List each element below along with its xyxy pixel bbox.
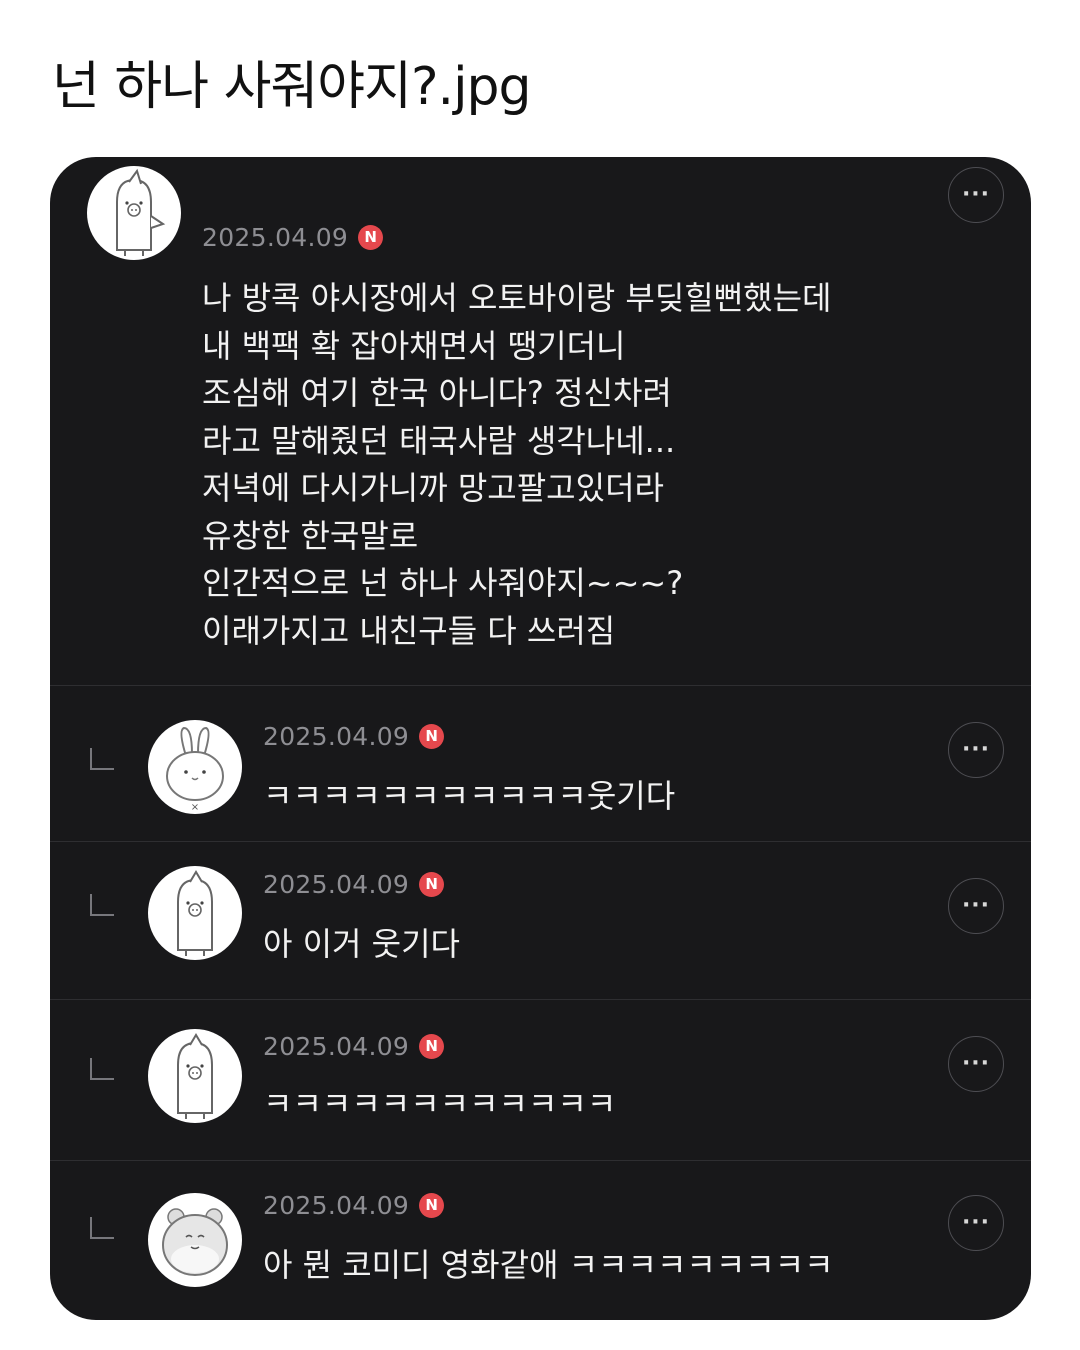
comment-line: 내 백팩 확 잡아채면서 땡기더니 [202, 326, 626, 365]
new-badge-icon: N [419, 1033, 445, 1059]
reply-date: 2025.04.09 [263, 721, 410, 751]
comment-meta: 2025.04.09 N [202, 219, 384, 255]
reply-text: ㅋㅋㅋㅋㅋㅋㅋㅋㅋㅋㅋㅋ [263, 1085, 617, 1123]
new-badge-icon: N [419, 871, 445, 897]
comment-line: 인간적으로 넌 하나 사줘야지~~~? [202, 564, 684, 602]
comment-date: 2025.04.09 [202, 222, 349, 252]
reply-date: 2025.04.09 [263, 1031, 410, 1061]
reply-arrow-icon [90, 1217, 114, 1239]
page-title: 넌 하나 사줘야지?.jpg [52, 57, 532, 117]
reply-arrow-icon [90, 748, 114, 770]
penguin-avatar[interactable] [148, 866, 242, 960]
reply-text: 아 뭔 코미디 영화같애 ㅋㅋㅋㅋㅋㅋㅋㅋㅋ [263, 1246, 834, 1284]
comment-line: 유창한 한국말로 [202, 516, 419, 555]
reply-text: 아 이거 웃기다 [263, 925, 460, 963]
more-options-button[interactable]: ··· [948, 167, 1004, 223]
comment-thread: 2025.04.09 N ··· 나 방콕 야시장에서 오토바이랑 부딪힐뻔했는… [50, 157, 1031, 1320]
main-comment: 2025.04.09 N ··· 나 방콕 야시장에서 오토바이랑 부딪힐뻔했는… [50, 157, 1031, 685]
comment-line: 나 방콕 야시장에서 오토바이랑 부딪힐뻔했는데 [202, 279, 832, 317]
penguin-avatar[interactable] [87, 166, 181, 260]
svg-text:×: × [191, 802, 199, 813]
hamster-avatar[interactable] [148, 1193, 242, 1287]
reply-meta: 2025.04.09 N [263, 1187, 445, 1223]
penguin-avatar[interactable] [148, 1029, 242, 1123]
new-badge-icon: N [419, 1192, 445, 1218]
comment-line: 이래가지고 내친구들 다 쓰러짐 [202, 611, 616, 650]
reply-meta: 2025.04.09 N [263, 1028, 445, 1064]
comment-line: 라고 말해줬던 태국사람 생각나네... [202, 421, 676, 460]
more-options-button[interactable]: ··· [948, 1036, 1004, 1092]
comment-line: 조심해 여기 한국 아니다? 정신차려 [202, 374, 672, 412]
reply-meta: 2025.04.09 N [263, 718, 445, 754]
comment-line: 저녁에 다시가니까 망고팔고있더라 [202, 469, 664, 507]
reply-item: 2025.04.09 N ··· 아 뭔 코미디 영화같애 ㅋㅋㅋㅋㅋㅋㅋㅋㅋ [50, 1161, 1031, 1320]
more-options-button[interactable]: ··· [948, 878, 1004, 934]
reply-date: 2025.04.09 [263, 869, 410, 899]
comment-text: 나 방콕 야시장에서 오토바이랑 부딪힐뻔했는데 내 백팩 확 잡아채면서 땡기… [202, 275, 1002, 655]
reply-item: × 2025.04.09 N ··· ㅋㅋㅋㅋㅋㅋㅋㅋㅋㅋㅋ웃기다 [50, 686, 1031, 841]
reply-meta: 2025.04.09 N [263, 866, 445, 902]
reply-item: 2025.04.09 N ··· 아 이거 웃기다 [50, 842, 1031, 999]
more-options-button[interactable]: ··· [948, 1195, 1004, 1251]
reply-text: ㅋㅋㅋㅋㅋㅋㅋㅋㅋㅋㅋ웃기다 [263, 777, 676, 815]
new-badge-icon: N [358, 224, 384, 250]
reply-item: 2025.04.09 N ··· ㅋㅋㅋㅋㅋㅋㅋㅋㅋㅋㅋㅋ [50, 1000, 1031, 1160]
reply-date: 2025.04.09 [263, 1190, 410, 1220]
bunny-avatar[interactable]: × [148, 720, 242, 814]
reply-arrow-icon [90, 894, 114, 916]
reply-arrow-icon [90, 1058, 114, 1080]
more-options-button[interactable]: ··· [948, 722, 1004, 778]
new-badge-icon: N [419, 723, 445, 749]
